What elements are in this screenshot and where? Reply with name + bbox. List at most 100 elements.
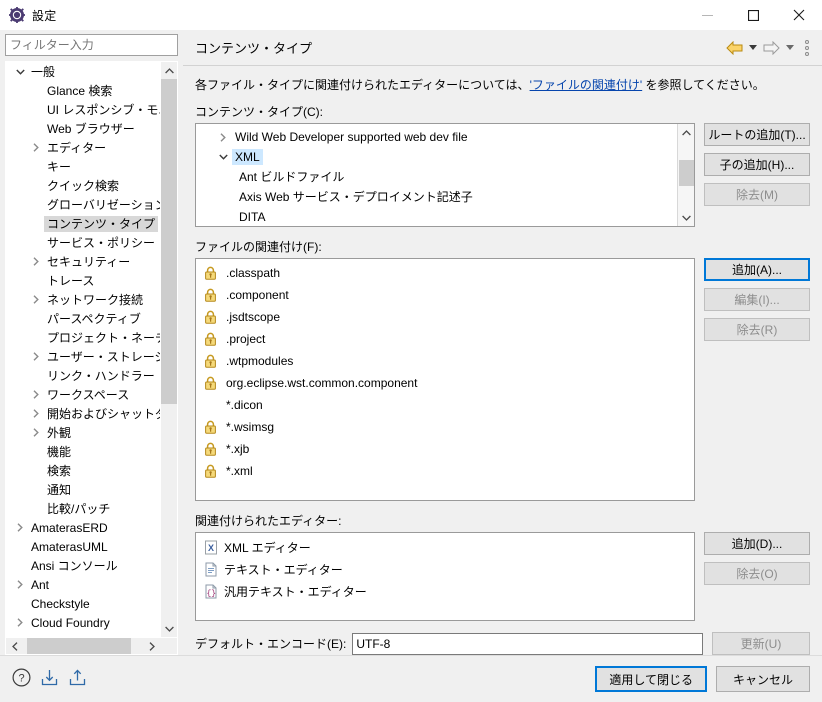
help-icon[interactable]: ? [12, 668, 31, 690]
close-icon[interactable] [776, 0, 822, 30]
sidebar-item-14[interactable]: プロジェクト・ネーチャー [6, 328, 160, 347]
file-association-row[interactable]: *.xml [196, 460, 694, 482]
sidebar-item-5[interactable]: キー [6, 157, 160, 176]
scroll-up-icon[interactable] [678, 124, 694, 141]
forward-dropdown-chevron-down-icon[interactable] [783, 45, 797, 50]
file-association-row[interactable]: *.xjb [196, 438, 694, 460]
chevron-right-icon[interactable] [28, 257, 44, 266]
file-association-row[interactable]: *.wsimsg [196, 416, 694, 438]
sidebar-item-25[interactable]: AmaterasUML [6, 537, 160, 556]
sidebar-item-2[interactable]: UI レスポンシブ・モニター [6, 100, 160, 119]
chevron-right-icon[interactable] [28, 295, 44, 304]
add-editor-button[interactable]: 追加(D)... [704, 532, 810, 555]
content-type-row[interactable]: DITA [196, 207, 676, 226]
chevron-right-icon[interactable] [12, 618, 28, 627]
export-icon[interactable] [68, 668, 87, 690]
sidebar-item-9[interactable]: サービス・ポリシー [6, 233, 160, 252]
sidebar-item-16[interactable]: リンク・ハンドラー [6, 366, 160, 385]
file-association-row[interactable]: .project [196, 328, 694, 350]
back-dropdown-chevron-down-icon[interactable] [746, 45, 760, 50]
content-type-row[interactable]: Axis Web サービス・デプロイメント記述子 [196, 187, 676, 207]
file-association-row[interactable]: .component [196, 284, 694, 306]
update-encoding-button[interactable]: 更新(U) [712, 632, 810, 655]
associated-editor-row[interactable]: {} 汎用テキスト・エディター [196, 580, 694, 602]
add-root-button[interactable]: ルートの追加(T)... [704, 123, 810, 146]
scroll-down-icon[interactable] [678, 209, 694, 226]
sidebar-item-21[interactable]: 検索 [6, 461, 160, 480]
sidebar-item-10[interactable]: セキュリティー [6, 252, 160, 271]
chevron-right-icon[interactable] [28, 409, 44, 418]
associated-editors-list[interactable]: X XML エディター テキスト・エディター {} 汎用テキスト・エディター [196, 533, 694, 620]
preferences-tree[interactable]: 一般 Glance 検索 UI レスポンシブ・モニター Web ブラウザーエディターキ… [6, 62, 160, 637]
content-types-list[interactable]: Wild Web Developer supported web dev fil… [196, 124, 676, 226]
import-icon[interactable] [40, 668, 59, 690]
file-association-row[interactable]: .classpath [196, 262, 694, 284]
vertical-dots-icon[interactable] [800, 39, 814, 56]
file-association-row[interactable]: .wtpmodules [196, 350, 694, 372]
file-associations-link[interactable]: 'ファイルの関連付け' [530, 78, 643, 92]
sidebar-item-4[interactable]: エディター [6, 138, 160, 157]
forward-arrow-icon[interactable] [763, 40, 780, 55]
sidebar-horizontal-scrollbar[interactable] [6, 637, 177, 654]
chevron-right-icon[interactable] [28, 390, 44, 399]
remove-content-type-button[interactable]: 除去(M) [704, 183, 810, 206]
add-association-button[interactable]: 追加(A)... [704, 258, 810, 281]
sidebar-scrollbar-thumb[interactable] [161, 79, 177, 404]
sidebar-item-27[interactable]: Ant [6, 575, 160, 594]
sidebar-item-8[interactable]: コンテンツ・タイプ [6, 214, 160, 233]
content-type-row[interactable]: XML [196, 147, 676, 167]
encoding-input[interactable] [352, 632, 703, 655]
maximize-icon[interactable] [730, 0, 776, 30]
filter-input[interactable] [5, 34, 178, 56]
chevron-right-icon[interactable] [12, 523, 28, 532]
sidebar-item-20[interactable]: 機能 [6, 442, 160, 461]
minimize-icon[interactable] [684, 0, 730, 30]
edit-association-button[interactable]: 編集(I)... [704, 288, 810, 311]
sidebar-item-7[interactable]: グローバリゼーション [6, 195, 160, 214]
sidebar-item-12[interactable]: ネットワーク接続 [6, 290, 160, 309]
sidebar-item-15[interactable]: ユーザー・ストレージ・サー [6, 347, 160, 366]
back-arrow-icon[interactable] [726, 40, 743, 55]
cancel-button[interactable]: キャンセル [716, 666, 810, 692]
sidebar-hscrollbar-thumb[interactable] [27, 638, 131, 654]
file-association-row[interactable]: *.dicon [196, 394, 694, 416]
sidebar-item-18[interactable]: 開始およびシャットダウン [6, 404, 160, 423]
chevron-right-icon[interactable] [28, 352, 44, 361]
file-association-row[interactable]: .jsdtscope [196, 306, 694, 328]
chevron-right-icon[interactable] [28, 143, 44, 152]
chevron-down-icon[interactable] [12, 69, 28, 75]
remove-association-button[interactable]: 除去(R) [704, 318, 810, 341]
content-type-row[interactable]: Wild Web Developer supported web dev fil… [196, 127, 676, 147]
scroll-left-icon[interactable] [6, 638, 23, 654]
sidebar-item-17[interactable]: ワークスペース [6, 385, 160, 404]
sidebar-item-26[interactable]: Ansi コンソール [6, 556, 160, 575]
associated-editor-row[interactable]: X XML エディター [196, 536, 694, 558]
sidebar-vertical-scrollbar[interactable] [160, 62, 177, 637]
sidebar-item-22[interactable]: 通知 [6, 480, 160, 499]
sidebar-item-24[interactable]: AmaterasERD [6, 518, 160, 537]
scroll-down-icon[interactable] [161, 620, 177, 637]
scroll-right-icon[interactable] [143, 638, 160, 654]
remove-editor-button[interactable]: 除去(O) [704, 562, 810, 585]
associated-editor-row[interactable]: テキスト・エディター [196, 558, 694, 580]
sidebar-item-11[interactable]: トレース [6, 271, 160, 290]
content-type-row[interactable]: Ant ビルドファイル [196, 167, 676, 187]
chevron-right-icon[interactable] [28, 428, 44, 437]
file-association-row[interactable]: org.eclipse.wst.common.component [196, 372, 694, 394]
content-types-listbox[interactable]: Wild Web Developer supported web dev fil… [195, 123, 695, 227]
sidebar-item-3[interactable]: Web ブラウザー [6, 119, 160, 138]
file-associations-listbox[interactable]: .classpath .component .jsdtscope .project .w… [195, 258, 695, 501]
associated-editors-listbox[interactable]: X XML エディター テキスト・エディター {} 汎用テキスト・エディター [195, 532, 695, 621]
add-child-button[interactable]: 子の追加(H)... [704, 153, 810, 176]
sidebar-item-13[interactable]: パースペクティブ [6, 309, 160, 328]
content-types-scrollbar[interactable] [677, 124, 694, 226]
sidebar-item-23[interactable]: 比較/パッチ [6, 499, 160, 518]
sidebar-item-29[interactable]: Cloud Foundry [6, 613, 160, 632]
file-associations-list[interactable]: .classpath .component .jsdtscope .project .w… [196, 259, 694, 500]
apply-and-close-button[interactable]: 適用して閉じる [595, 666, 707, 692]
chevron-down-icon[interactable] [214, 154, 232, 160]
sidebar-item-6[interactable]: クイック検索 [6, 176, 160, 195]
chevron-right-icon[interactable] [12, 580, 28, 589]
content-types-scrollbar-thumb[interactable] [679, 160, 694, 186]
sidebar-item-19[interactable]: 外観 [6, 423, 160, 442]
